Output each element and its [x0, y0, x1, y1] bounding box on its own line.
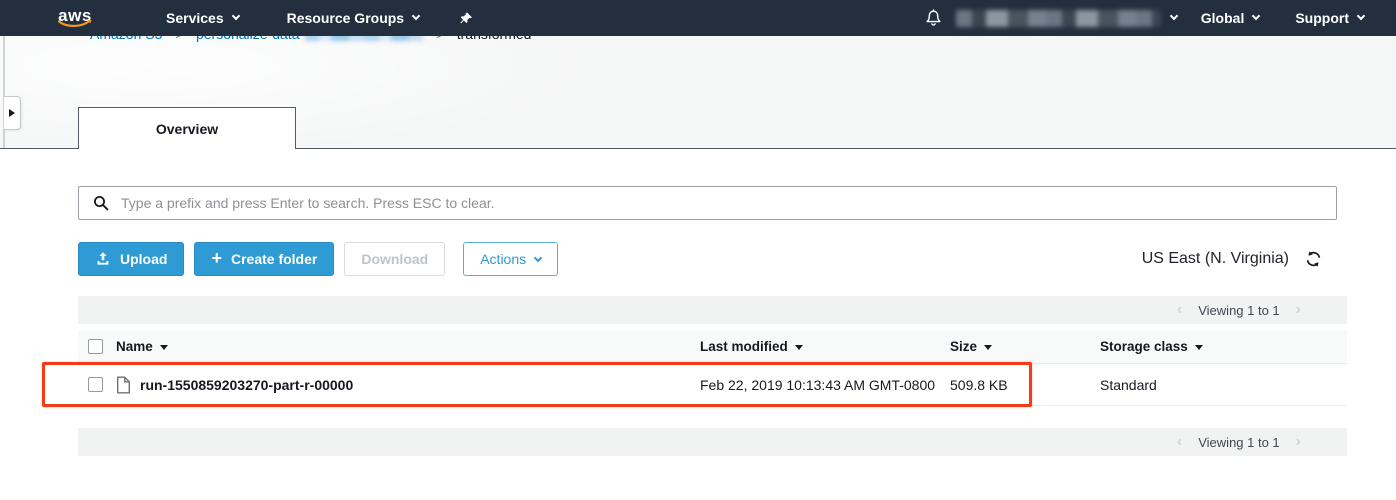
download-button[interactable]: Download: [344, 242, 445, 276]
next-page-icon[interactable]: ›: [1292, 301, 1305, 319]
notifications-button[interactable]: [911, 9, 956, 27]
prev-page-icon[interactable]: ‹: [1173, 301, 1186, 319]
nav-right-group: Global Support: [911, 0, 1382, 36]
size-cell: 509.8 KB: [950, 377, 1100, 393]
column-header-name[interactable]: Name: [116, 339, 700, 354]
column-header-size[interactable]: Size: [950, 339, 1100, 354]
column-header-last-modified[interactable]: Last modified: [700, 339, 950, 354]
pagination-bottom: ‹ Viewing 1 to 1 ›: [78, 428, 1347, 456]
table-header-row: Name Last modified Size Storage class: [78, 330, 1347, 364]
aws-logo-swoosh-icon: [58, 20, 92, 29]
sidebar-expand-button[interactable]: [4, 96, 21, 130]
last-modified-cell: Feb 22, 2019 10:13:43 AM GMT-0800: [700, 377, 950, 393]
column-header-storage-class-label: Storage class: [1100, 339, 1188, 354]
nav-services[interactable]: Services: [142, 0, 263, 36]
upload-button[interactable]: Upload: [78, 242, 184, 276]
search-icon: [93, 195, 109, 211]
table-row[interactable]: run-1550859203270-part-r-00000 Feb 22, 2…: [78, 364, 1347, 406]
column-header-name-label: Name: [116, 339, 153, 354]
row-checkbox[interactable]: [88, 377, 103, 392]
prefix-search-box[interactable]: [78, 186, 1337, 220]
pin-shortcut-button[interactable]: [443, 0, 489, 36]
caret-right-icon: [9, 109, 15, 117]
search-input[interactable]: [121, 195, 1336, 211]
nav-left-group: aws Services Resource Groups: [0, 0, 489, 36]
object-name: run-1550859203270-part-r-00000: [140, 377, 353, 393]
plus-icon: +: [211, 249, 222, 267]
refresh-icon: [1305, 251, 1322, 267]
create-folder-button-label: Create folder: [231, 251, 317, 267]
pagination-text: Viewing 1 to 1: [1198, 435, 1279, 450]
chevron-down-icon: [534, 254, 542, 262]
overview-panel: Upload + Create folder Download Actions: [0, 148, 1396, 500]
nav-resource-groups[interactable]: Resource Groups: [263, 0, 443, 36]
nav-resource-groups-label: Resource Groups: [287, 10, 404, 26]
column-header-size-label: Size: [950, 339, 977, 354]
bell-icon: [925, 9, 942, 27]
refresh-button[interactable]: [1305, 251, 1322, 267]
actions-button[interactable]: Actions: [463, 242, 558, 276]
column-header-last-modified-label: Last modified: [700, 339, 788, 354]
toolbar: Upload + Create folder Download Actions: [78, 242, 1347, 276]
nav-support-label: Support: [1295, 10, 1349, 26]
pin-icon: [459, 11, 473, 26]
sort-caret-icon: [984, 345, 992, 350]
select-all-checkbox[interactable]: [88, 339, 103, 354]
sort-caret-icon: [1195, 345, 1203, 350]
pagination-top: ‹ Viewing 1 to 1 ›: [78, 296, 1347, 324]
account-menu-redacted[interactable]: [956, 10, 1161, 27]
upload-icon: [95, 251, 111, 267]
region-group: US East (N. Virginia): [1142, 250, 1322, 268]
nav-services-label: Services: [166, 10, 224, 26]
chevron-down-icon: [1252, 12, 1260, 20]
sort-caret-icon: [795, 345, 803, 350]
download-button-label: Download: [361, 251, 428, 267]
tab-overview[interactable]: Overview: [78, 107, 296, 149]
nav-region-global[interactable]: Global: [1183, 0, 1278, 36]
tab-overview-label: Overview: [156, 121, 218, 137]
pagination-text: Viewing 1 to 1: [1198, 303, 1279, 318]
chevron-down-icon: [412, 12, 420, 20]
actions-button-label: Actions: [480, 251, 526, 267]
next-page-icon[interactable]: ›: [1292, 433, 1305, 451]
storage-class-cell: Standard: [1100, 377, 1347, 393]
column-header-storage-class[interactable]: Storage class: [1100, 339, 1347, 354]
chevron-down-icon: [231, 12, 239, 20]
top-nav: aws Services Resource Groups Global: [0, 0, 1396, 36]
nav-support[interactable]: Support: [1277, 0, 1382, 36]
nav-global-label: Global: [1201, 10, 1245, 26]
chevron-down-icon: [1357, 12, 1365, 20]
file-icon: [116, 376, 131, 394]
object-name-cell[interactable]: run-1550859203270-part-r-00000: [116, 376, 700, 394]
upload-button-label: Upload: [120, 251, 167, 267]
region-label: US East (N. Virginia): [1142, 250, 1289, 268]
prev-page-icon[interactable]: ‹: [1173, 433, 1186, 451]
s3-console-page: aws Services Resource Groups Global: [0, 0, 1396, 500]
aws-logo[interactable]: aws: [58, 8, 92, 29]
create-folder-button[interactable]: + Create folder: [194, 242, 334, 276]
chevron-down-icon: [1170, 12, 1178, 20]
sort-caret-icon: [160, 345, 168, 350]
